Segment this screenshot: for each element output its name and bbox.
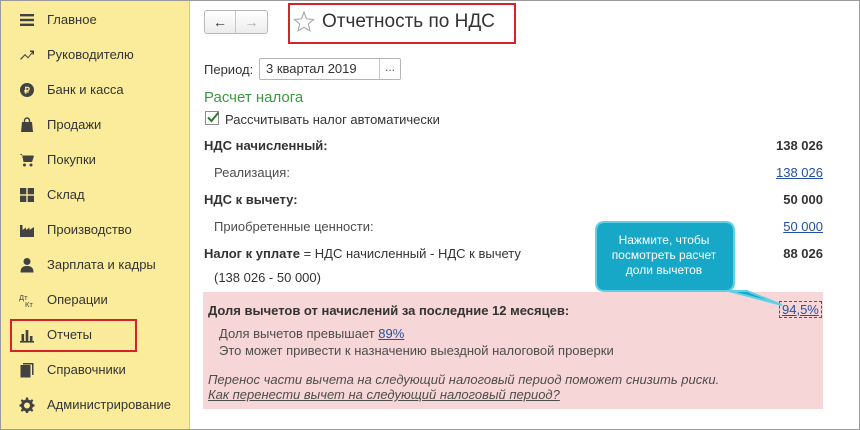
callout-line: Нажмите, чтобы	[618, 233, 710, 247]
app-window: Главное Руководителю ₽ Банк и касса Прод…	[0, 0, 860, 430]
sidebar-item-admin[interactable]: Администрирование	[1, 387, 190, 422]
cart-icon	[18, 151, 36, 169]
menu-icon	[18, 11, 36, 29]
history-nav: ← →	[204, 10, 268, 34]
tax-due-value: 88 026	[783, 246, 823, 261]
bag-icon	[18, 116, 36, 134]
sidebar-item-label: Зарплата и кадры	[47, 257, 156, 272]
sidebar-item-production[interactable]: Производство	[1, 212, 190, 247]
sidebar-item-label: Продажи	[47, 117, 102, 132]
sidebar-item-label: Операции	[47, 292, 108, 307]
sales-label: Реализация:	[214, 165, 290, 180]
tax-due-calc: (138 026 - 50 000)	[214, 270, 321, 285]
factory-icon	[18, 221, 36, 239]
sidebar: Главное Руководителю ₽ Банк и касса Прод…	[1, 1, 190, 429]
sidebar-item-label: Главное	[47, 12, 97, 27]
acquired-link[interactable]: 50 000	[783, 219, 823, 234]
vat-accrued-label: НДС начисленный:	[204, 138, 328, 153]
exceeds-prefix: Доля вычетов превышает	[219, 326, 379, 341]
sidebar-item-salary[interactable]: Зарплата и кадры	[1, 247, 190, 282]
callout-text: Нажмите, чтобы посмотреть расчет доли вы…	[599, 233, 729, 278]
callout-line: посмотреть расчет	[611, 248, 717, 262]
sidebar-item-bank[interactable]: ₽ Банк и касса	[1, 72, 190, 107]
sidebar-item-warehouse[interactable]: Склад	[1, 177, 190, 212]
checkmark-icon	[207, 111, 220, 123]
deduction-share-link[interactable]: 94,5%	[779, 301, 822, 318]
svg-text:₽: ₽	[24, 85, 30, 95]
tax-due-formula: = НДС начисленный - НДС к вычету	[299, 246, 521, 261]
favorite-star-icon[interactable]	[293, 11, 315, 33]
callout-line: доли вычетов	[625, 263, 703, 277]
sidebar-item-references[interactable]: Справочники	[1, 352, 190, 387]
back-button[interactable]: ←	[205, 11, 237, 33]
tax-due-label: Налог к уплате	[204, 246, 300, 261]
section-title: Расчет налога	[204, 89, 304, 106]
period-picker-button[interactable]: ...	[379, 59, 400, 79]
sidebar-item-label: Администрирование	[47, 397, 171, 412]
sidebar-item-label: Руководителю	[47, 47, 134, 62]
sidebar-item-label: Производство	[47, 222, 132, 237]
dt-kt-icon: Дт Кт	[18, 291, 36, 309]
sidebar-item-main[interactable]: Главное	[1, 2, 190, 37]
sales-link[interactable]: 138 026	[776, 165, 823, 180]
person-icon	[18, 256, 36, 274]
auto-calc-label[interactable]: Рассчитывать налог автоматически	[225, 112, 440, 127]
sidebar-item-operations[interactable]: Дт Кт Операции	[1, 282, 190, 317]
period-field[interactable]: 3 квартал 2019 ...	[259, 58, 401, 80]
advice-link[interactable]: Как перенести вычет на следующий налогов…	[208, 387, 560, 402]
vat-deduct-value: 50 000	[783, 192, 823, 207]
sidebar-item-manager[interactable]: Руководителю	[1, 37, 190, 72]
forward-button[interactable]: →	[236, 11, 267, 33]
trend-icon	[18, 46, 36, 64]
acquired-label: Приобретенные ценности:	[214, 219, 374, 234]
books-icon	[18, 361, 36, 379]
page-title: Отчетность по НДС	[322, 11, 495, 32]
active-item-highlight	[10, 319, 137, 352]
threshold-link[interactable]: 89%	[378, 326, 404, 341]
sidebar-item-label: Покупки	[47, 152, 96, 167]
sidebar-item-label: Банк и касса	[47, 82, 124, 97]
tax-due-label-row: Налог к уплате = НДС начисленный - НДС к…	[204, 246, 521, 261]
gear-icon	[18, 396, 36, 414]
vat-accrued-value: 138 026	[776, 138, 823, 153]
advice-text: Перенос части вычета на следующий налого…	[208, 372, 720, 387]
audit-warning: Это может привести к назначению выездной…	[219, 343, 614, 358]
sidebar-item-label: Справочники	[47, 362, 126, 377]
main-content: ← → Отчетность по НДС Период: 3 квартал …	[191, 1, 859, 429]
deduction-share-title: Доля вычетов от начислений за последние …	[208, 303, 570, 318]
coin-icon: ₽	[18, 81, 36, 99]
sidebar-item-sales[interactable]: Продажи	[1, 107, 190, 142]
sidebar-item-label: Склад	[47, 187, 85, 202]
warehouse-icon	[18, 186, 36, 204]
vat-deduct-label: НДС к вычету:	[204, 192, 298, 207]
deduction-share-panel: Доля вычетов от начислений за последние …	[203, 292, 823, 409]
sidebar-item-purchases[interactable]: Покупки	[1, 142, 190, 177]
svg-text:Кт: Кт	[25, 300, 33, 308]
period-value[interactable]: 3 квартал 2019	[260, 59, 379, 79]
auto-calc-checkbox[interactable]	[205, 111, 220, 125]
period-label: Период:	[204, 62, 254, 77]
exceeds-line: Доля вычетов превышает 89%	[219, 326, 404, 341]
